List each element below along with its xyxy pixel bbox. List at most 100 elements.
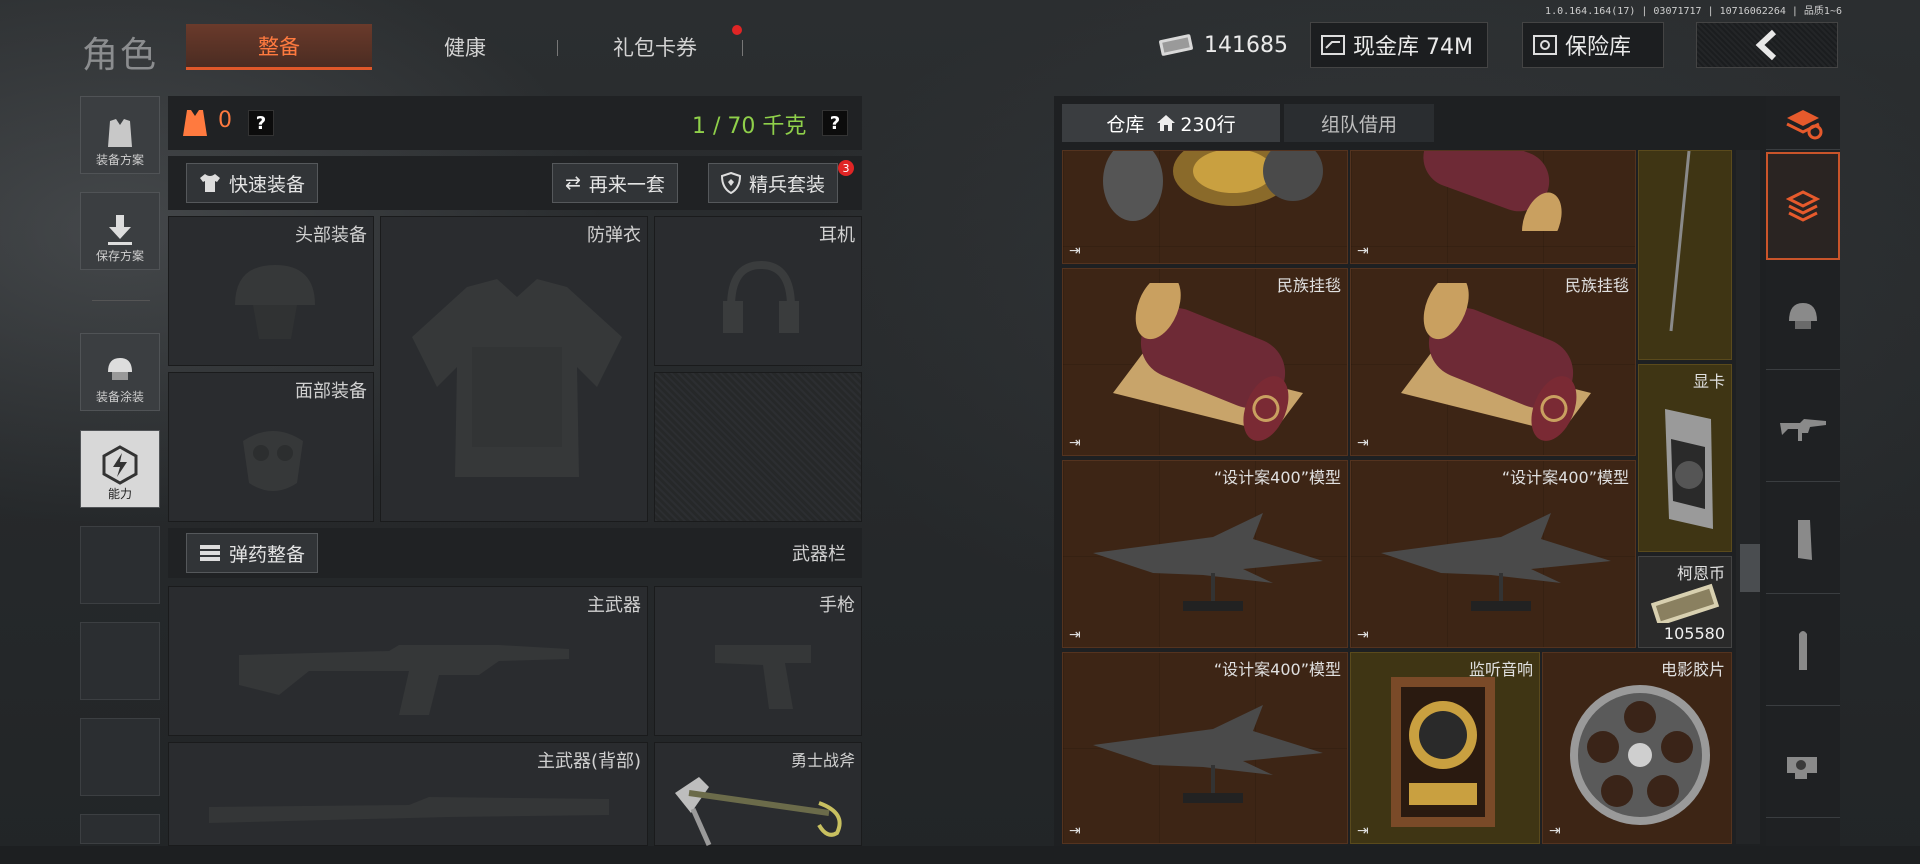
again-set-button[interactable]: ⇄ 再来一套 [552, 163, 678, 203]
shirt-icon [199, 173, 221, 193]
plane-model-icon [1093, 503, 1323, 627]
tab-equip[interactable]: 整备 [186, 24, 372, 70]
insurance-vault-button[interactable]: 保险库 [1522, 22, 1664, 68]
equipment-plan-label: 装备方案 [95, 153, 144, 167]
vest-icon [102, 115, 138, 151]
tab-team-label: 组队借用 [1320, 113, 1397, 136]
item-cell[interactable]: “设计案400”模型 ⇥ [1062, 460, 1348, 648]
pistol-slot[interactable]: 手枪 [654, 586, 862, 736]
elite-set-button[interactable]: 精兵套装 [708, 163, 839, 203]
item-count: 105580 [1663, 624, 1725, 643]
primary-weapon-label: 主武器 [587, 595, 641, 616]
melee-label: 勇士战斧 [790, 751, 855, 770]
item-cell[interactable]: ⇥ [1350, 150, 1636, 264]
category-rifle[interactable] [1766, 374, 1840, 482]
item-label: 柯恩币 [1676, 564, 1725, 583]
primary-weapon-slot[interactable]: 主武器 [168, 586, 648, 736]
exit-icon: ⇥ [1357, 435, 1369, 451]
ability-button[interactable]: 能力 [80, 430, 160, 508]
quick-equip-label: 快速装备 [229, 173, 306, 196]
item-cell[interactable]: 电影胶片 ⇥ [1542, 652, 1732, 844]
storage-scroll-thumb[interactable] [1740, 544, 1760, 592]
tab-team-borrow[interactable]: 组队借用 [1284, 104, 1434, 142]
armor-count: 0 [218, 108, 232, 133]
pistol-label: 手枪 [819, 595, 855, 616]
item-label: “设计案400”模型 [1213, 660, 1341, 679]
menu-divider [92, 300, 150, 301]
item-cell[interactable]: “设计案400”模型 ⇥ [1350, 460, 1636, 648]
empty-slot [80, 718, 160, 796]
lightning-hex-icon [100, 445, 140, 485]
scope-icon [1785, 749, 1821, 779]
axe-icon [669, 773, 849, 851]
armor-help-button[interactable]: ? [248, 110, 274, 136]
melee-slot[interactable]: 勇士战斧 [654, 742, 862, 847]
weight-value: 1 / 70 千克 [692, 114, 807, 139]
save-plan-button[interactable]: 保存方案 [80, 192, 160, 270]
tab-divider [557, 40, 558, 56]
cash-vault-label: 现金库 74M [1353, 35, 1473, 60]
coin-stack-icon [1649, 583, 1723, 627]
tab-health[interactable]: 健康 [380, 24, 550, 70]
graphics-card-icon [1651, 399, 1725, 543]
sort-icon [1783, 106, 1823, 140]
cash-vault-button[interactable]: 现金库 74M [1310, 22, 1488, 68]
ethnic-tapestry-icon [1103, 274, 1303, 447]
rifle-icon [1780, 413, 1826, 443]
headset-slot[interactable]: 耳机 [654, 216, 862, 366]
empty-slot [80, 526, 160, 604]
plane-model-icon [1093, 695, 1323, 819]
page-title: 角色 [82, 35, 159, 76]
back-button[interactable] [1696, 22, 1838, 68]
sort-button[interactable] [1766, 96, 1840, 150]
item-cell[interactable]: 监听音响 ⇥ [1350, 652, 1540, 844]
equipment-skin-button[interactable]: 装备涂装 [80, 333, 160, 411]
weight-help-button[interactable]: ? [822, 110, 848, 136]
vault-icon [1321, 34, 1345, 56]
refresh-icon: ⇄ [565, 172, 581, 194]
safe-icon [1533, 34, 1557, 56]
pistol-icon [713, 635, 813, 719]
ammo-prep-label: 弹药整备 [229, 543, 306, 566]
film-reel-icon [1565, 669, 1715, 833]
ammo-stack-icon [199, 543, 221, 563]
item-cell[interactable]: “设计案400”模型 ⇥ [1062, 652, 1348, 844]
helmet-icon [1785, 299, 1821, 333]
item-cell-rod[interactable] [1638, 150, 1732, 360]
ammo-prep-button[interactable]: 弹药整备 [186, 533, 319, 573]
exit-icon: ⇥ [1357, 823, 1369, 839]
item-cell[interactable]: ⇥ [1062, 150, 1348, 264]
category-helmet[interactable] [1766, 262, 1840, 370]
body-armor-slot[interactable]: 防弹衣 [380, 216, 648, 522]
category-magazine[interactable] [1766, 486, 1840, 594]
all-items-icon [1786, 189, 1820, 223]
head-slot-label: 头部装备 [295, 225, 367, 246]
speaker-icon [1387, 669, 1499, 833]
row-count: 230行 [1180, 113, 1236, 136]
item-cell[interactable]: 显卡 [1638, 364, 1732, 552]
item-cell[interactable]: 民族挂毯 ⇥ [1062, 268, 1348, 456]
rifle-back-icon [209, 787, 609, 851]
elite-set-label: 精兵套装 [749, 173, 826, 196]
category-ammo[interactable] [1766, 598, 1840, 706]
equipment-plan-button[interactable]: 装备方案 [80, 96, 160, 174]
tab-gift-vouchers[interactable]: 礼包卡券 [570, 24, 740, 70]
home-icon [1156, 114, 1176, 132]
equipment-skin-label: 装备涂装 [95, 390, 144, 404]
tab-warehouse[interactable]: 仓库 230行 [1062, 104, 1280, 142]
quick-equip-button[interactable]: 快速装备 [186, 163, 319, 203]
item-cell[interactable]: 民族挂毯 ⇥ [1350, 268, 1636, 456]
primary-back-slot[interactable]: 主武器(背部) [168, 742, 648, 846]
rug-icon [1391, 151, 1591, 251]
category-all[interactable] [1766, 152, 1840, 260]
exit-icon: ⇥ [1069, 435, 1081, 451]
rod-icon [1659, 151, 1699, 345]
face-slot[interactable]: 面部装备 [168, 372, 374, 522]
weapon-bar-label: 武器栏 [792, 544, 846, 565]
version-info: 1.0.164.164(17) | 03071717 | 10716062264… [1545, 6, 1842, 17]
item-cell[interactable]: 柯恩币 105580 [1638, 556, 1732, 648]
head-slot[interactable]: 头部装备 [168, 216, 374, 366]
exit-icon: ⇥ [1069, 823, 1081, 839]
storage-scrollbar[interactable] [1736, 150, 1760, 844]
category-scope[interactable] [1766, 710, 1840, 818]
